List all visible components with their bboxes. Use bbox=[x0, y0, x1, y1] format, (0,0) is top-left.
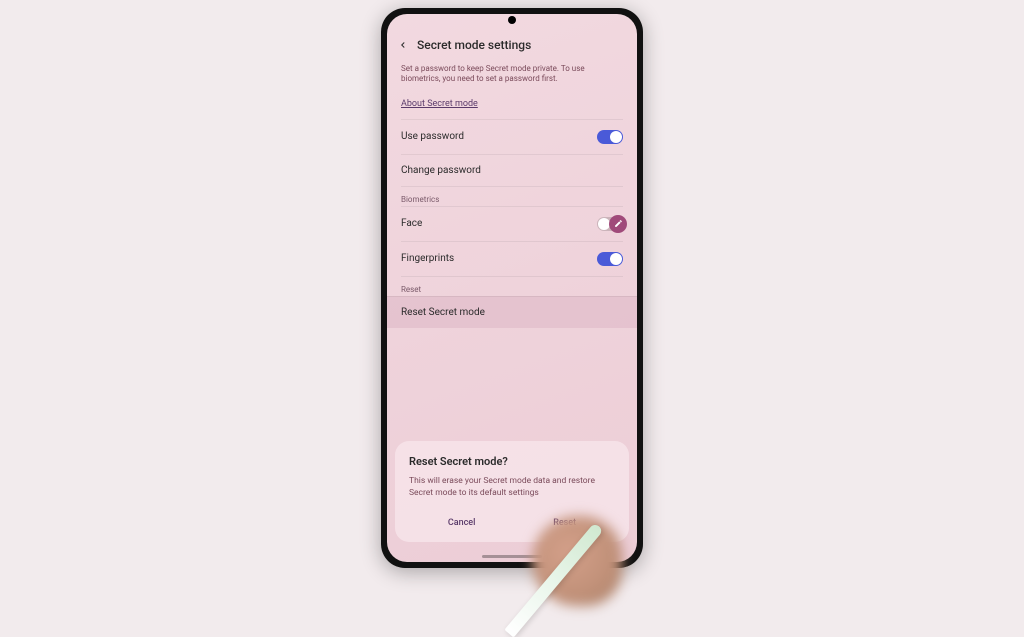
description-text: Set a password to keep Secret mode priva… bbox=[401, 58, 623, 91]
reset-secret-row[interactable]: Reset Secret mode bbox=[387, 296, 637, 328]
use-password-toggle[interactable] bbox=[597, 130, 623, 144]
cancel-button[interactable]: Cancel bbox=[438, 514, 486, 532]
dialog-body: This will erase your Secret mode data an… bbox=[409, 476, 615, 500]
about-link[interactable]: About Secret mode bbox=[401, 95, 478, 119]
reset-section-label: Reset bbox=[401, 276, 623, 296]
page-header: Secret mode settings bbox=[387, 32, 637, 58]
dialog-title: Reset Secret mode? bbox=[409, 455, 615, 468]
fingerprints-row[interactable]: Fingerprints bbox=[401, 241, 623, 276]
reset-secret-label: Reset Secret mode bbox=[401, 307, 485, 318]
face-label: Face bbox=[401, 218, 422, 229]
camera-hole bbox=[508, 16, 516, 24]
back-icon[interactable] bbox=[397, 39, 409, 51]
edit-icon[interactable] bbox=[609, 215, 627, 233]
use-password-label: Use password bbox=[401, 131, 464, 142]
change-password-label: Change password bbox=[401, 165, 481, 176]
screen: Secret mode settings Set a password to k… bbox=[387, 14, 637, 562]
phone-frame: Secret mode settings Set a password to k… bbox=[381, 8, 643, 568]
fingerprints-toggle[interactable] bbox=[597, 252, 623, 266]
content-area: Set a password to keep Secret mode priva… bbox=[387, 58, 637, 328]
fingerprints-label: Fingerprints bbox=[401, 253, 454, 264]
biometrics-section-label: Biometrics bbox=[401, 186, 623, 206]
face-row[interactable]: Face bbox=[401, 206, 623, 241]
change-password-row[interactable]: Change password bbox=[401, 154, 623, 186]
page-title: Secret mode settings bbox=[417, 38, 531, 52]
use-password-row[interactable]: Use password bbox=[401, 119, 623, 154]
toggle-thumb bbox=[610, 253, 622, 265]
toggle-thumb bbox=[610, 131, 622, 143]
